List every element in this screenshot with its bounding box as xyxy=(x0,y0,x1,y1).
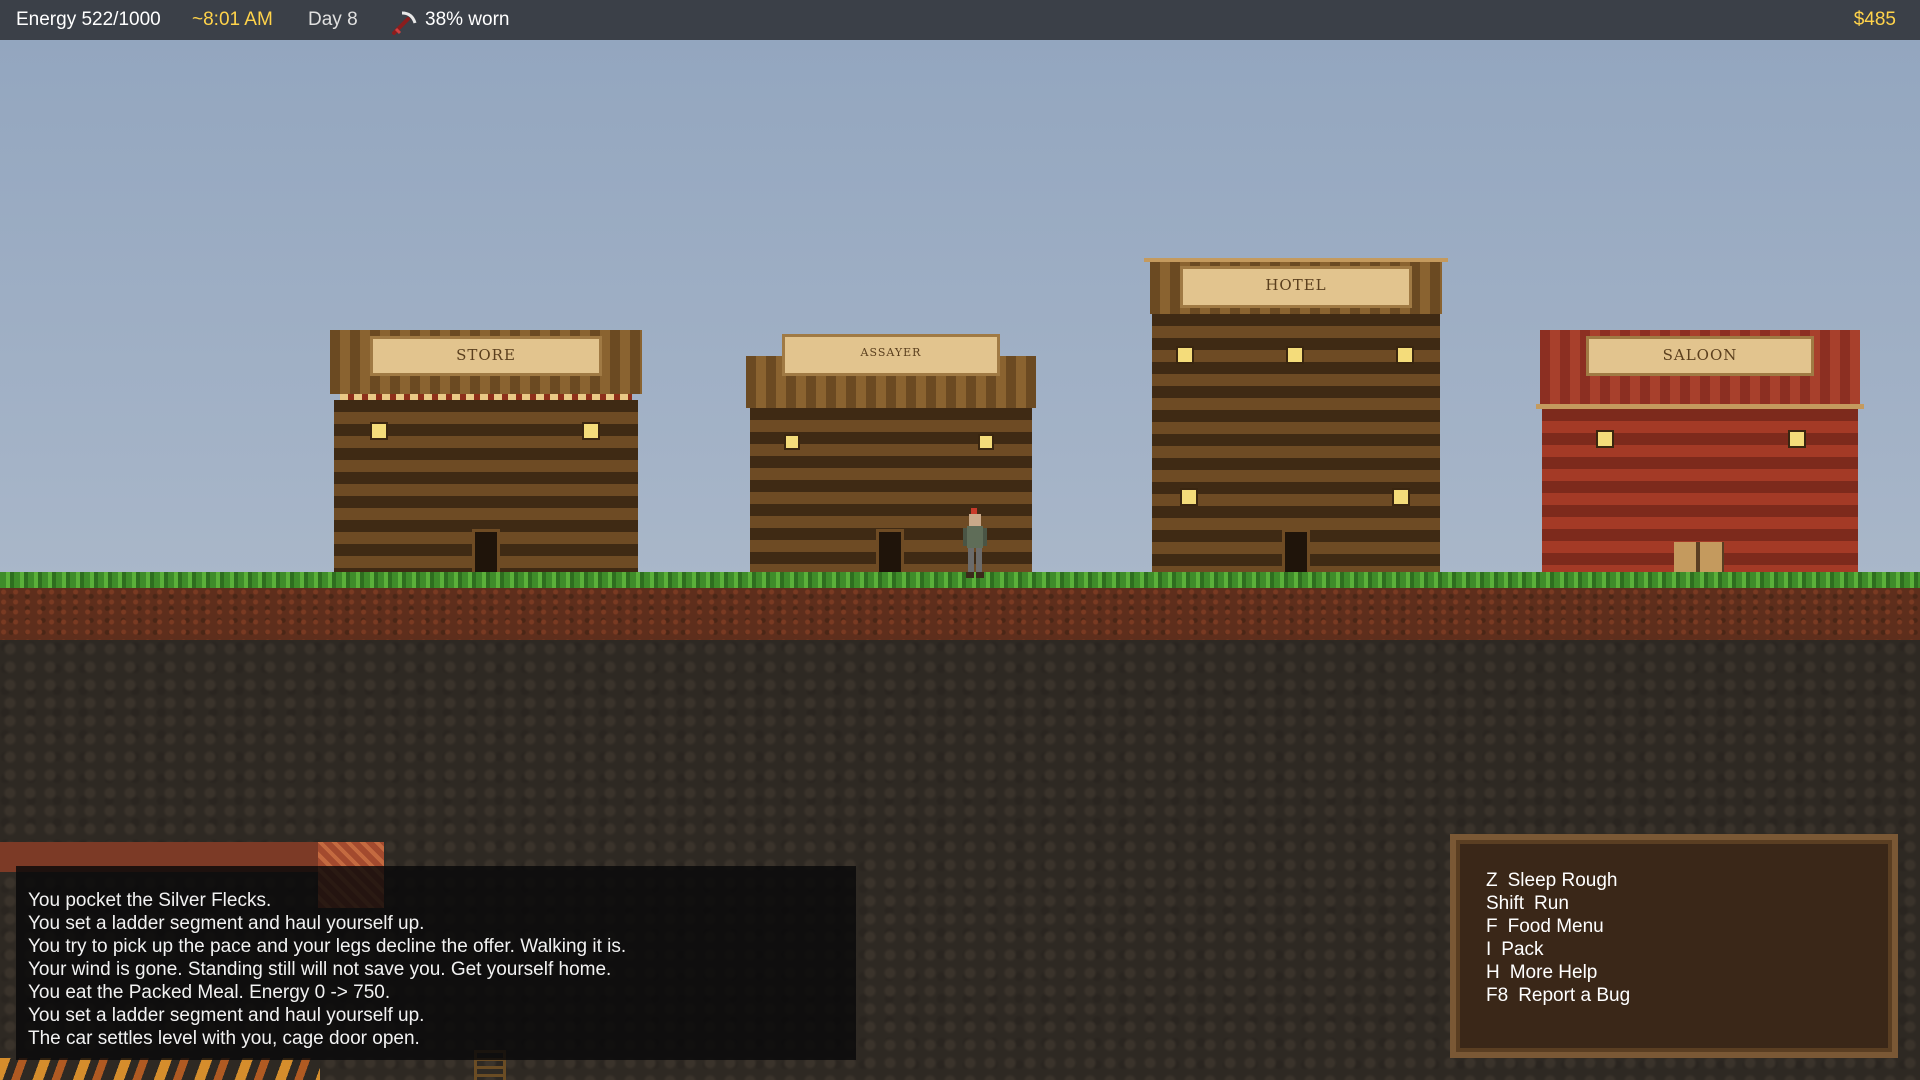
clock-readout: ~8:01 AM xyxy=(192,9,273,30)
hotel-window xyxy=(1176,346,1194,364)
log-line: You try to pick up the pace and your leg… xyxy=(28,936,627,957)
store-window xyxy=(370,422,388,440)
topsoil xyxy=(0,588,1920,640)
log-line: You pocket the Silver Flecks. xyxy=(28,890,272,911)
saloon-window xyxy=(1596,430,1614,448)
control-report-bug[interactable]: F8 Report a Bug xyxy=(1486,985,1630,1007)
control-more-help[interactable]: H More Help xyxy=(1486,962,1597,984)
control-key: Shift xyxy=(1486,893,1525,914)
log-line: Your wind is gone. Standing still will n… xyxy=(28,959,612,980)
control-food-menu[interactable]: F Food Menu xyxy=(1486,916,1604,938)
store-building[interactable]: STORE xyxy=(330,330,642,576)
assayer-sign: ASSAYER xyxy=(782,334,1000,376)
controls-panel: Z Sleep Rough Shift Run F Food Menu I Pack H… xyxy=(1450,834,1898,1058)
control-action: Run xyxy=(1534,893,1569,914)
store-window xyxy=(582,422,600,440)
saloon-sign: SALOON xyxy=(1586,336,1814,376)
assayer-window xyxy=(978,434,994,450)
assayer-building[interactable]: ASSAYER xyxy=(746,334,1036,576)
log-line: The car settles level with you, cage doo… xyxy=(28,1028,420,1049)
hotel-building[interactable]: HOTEL xyxy=(1144,258,1448,576)
store-sign: STORE xyxy=(370,336,602,376)
energy-readout: Energy 522/1000 xyxy=(16,9,161,30)
control-key: F8 xyxy=(1486,985,1509,1006)
hotel-sign: HOTEL xyxy=(1180,266,1412,308)
control-pack[interactable]: I Pack xyxy=(1486,939,1544,961)
assayer-window xyxy=(784,434,800,450)
status-bar: Energy 522/1000 ~8:01 AM Day 8 38% worn … xyxy=(0,0,1920,40)
money-readout: $485 xyxy=(1853,9,1896,30)
hotel-window xyxy=(1392,488,1410,506)
log-line: You set a ladder segment and haul yourse… xyxy=(28,1005,425,1026)
store-door[interactable] xyxy=(472,529,500,576)
control-key: Z xyxy=(1486,870,1498,891)
control-sleep-rough[interactable]: Z Sleep Rough xyxy=(1486,870,1617,892)
control-action: Pack xyxy=(1501,939,1544,960)
saloon-swing-doors[interactable] xyxy=(1674,542,1724,576)
control-action: Sleep Rough xyxy=(1507,870,1618,891)
assayer-door[interactable] xyxy=(876,529,904,576)
log-line: You set a ladder segment and haul yourse… xyxy=(28,913,425,934)
log-line: You eat the Packed Meal. Energy 0 -> 750… xyxy=(28,982,391,1003)
control-key: F xyxy=(1486,916,1498,937)
control-key: H xyxy=(1486,962,1500,983)
saloon-building[interactable]: SALOON xyxy=(1536,330,1864,576)
control-run[interactable]: Shift Run xyxy=(1486,893,1569,915)
ore-vein[interactable] xyxy=(0,1058,320,1080)
hotel-window xyxy=(1180,488,1198,506)
control-action: Food Menu xyxy=(1507,916,1604,937)
control-key: I xyxy=(1486,939,1492,960)
saloon-window xyxy=(1788,430,1806,448)
control-action: Report a Bug xyxy=(1518,985,1631,1006)
pickaxe-icon xyxy=(390,9,418,43)
hotel-window xyxy=(1396,346,1414,364)
miner-character xyxy=(960,508,990,580)
message-log: You pocket the Silver Flecks. You set a … xyxy=(16,866,856,1060)
control-action: More Help xyxy=(1509,962,1598,983)
day-counter: Day 8 xyxy=(308,9,358,30)
hotel-window xyxy=(1286,346,1304,364)
pickaxe-wear: 38% worn xyxy=(425,9,510,30)
hotel-door[interactable] xyxy=(1282,529,1310,576)
